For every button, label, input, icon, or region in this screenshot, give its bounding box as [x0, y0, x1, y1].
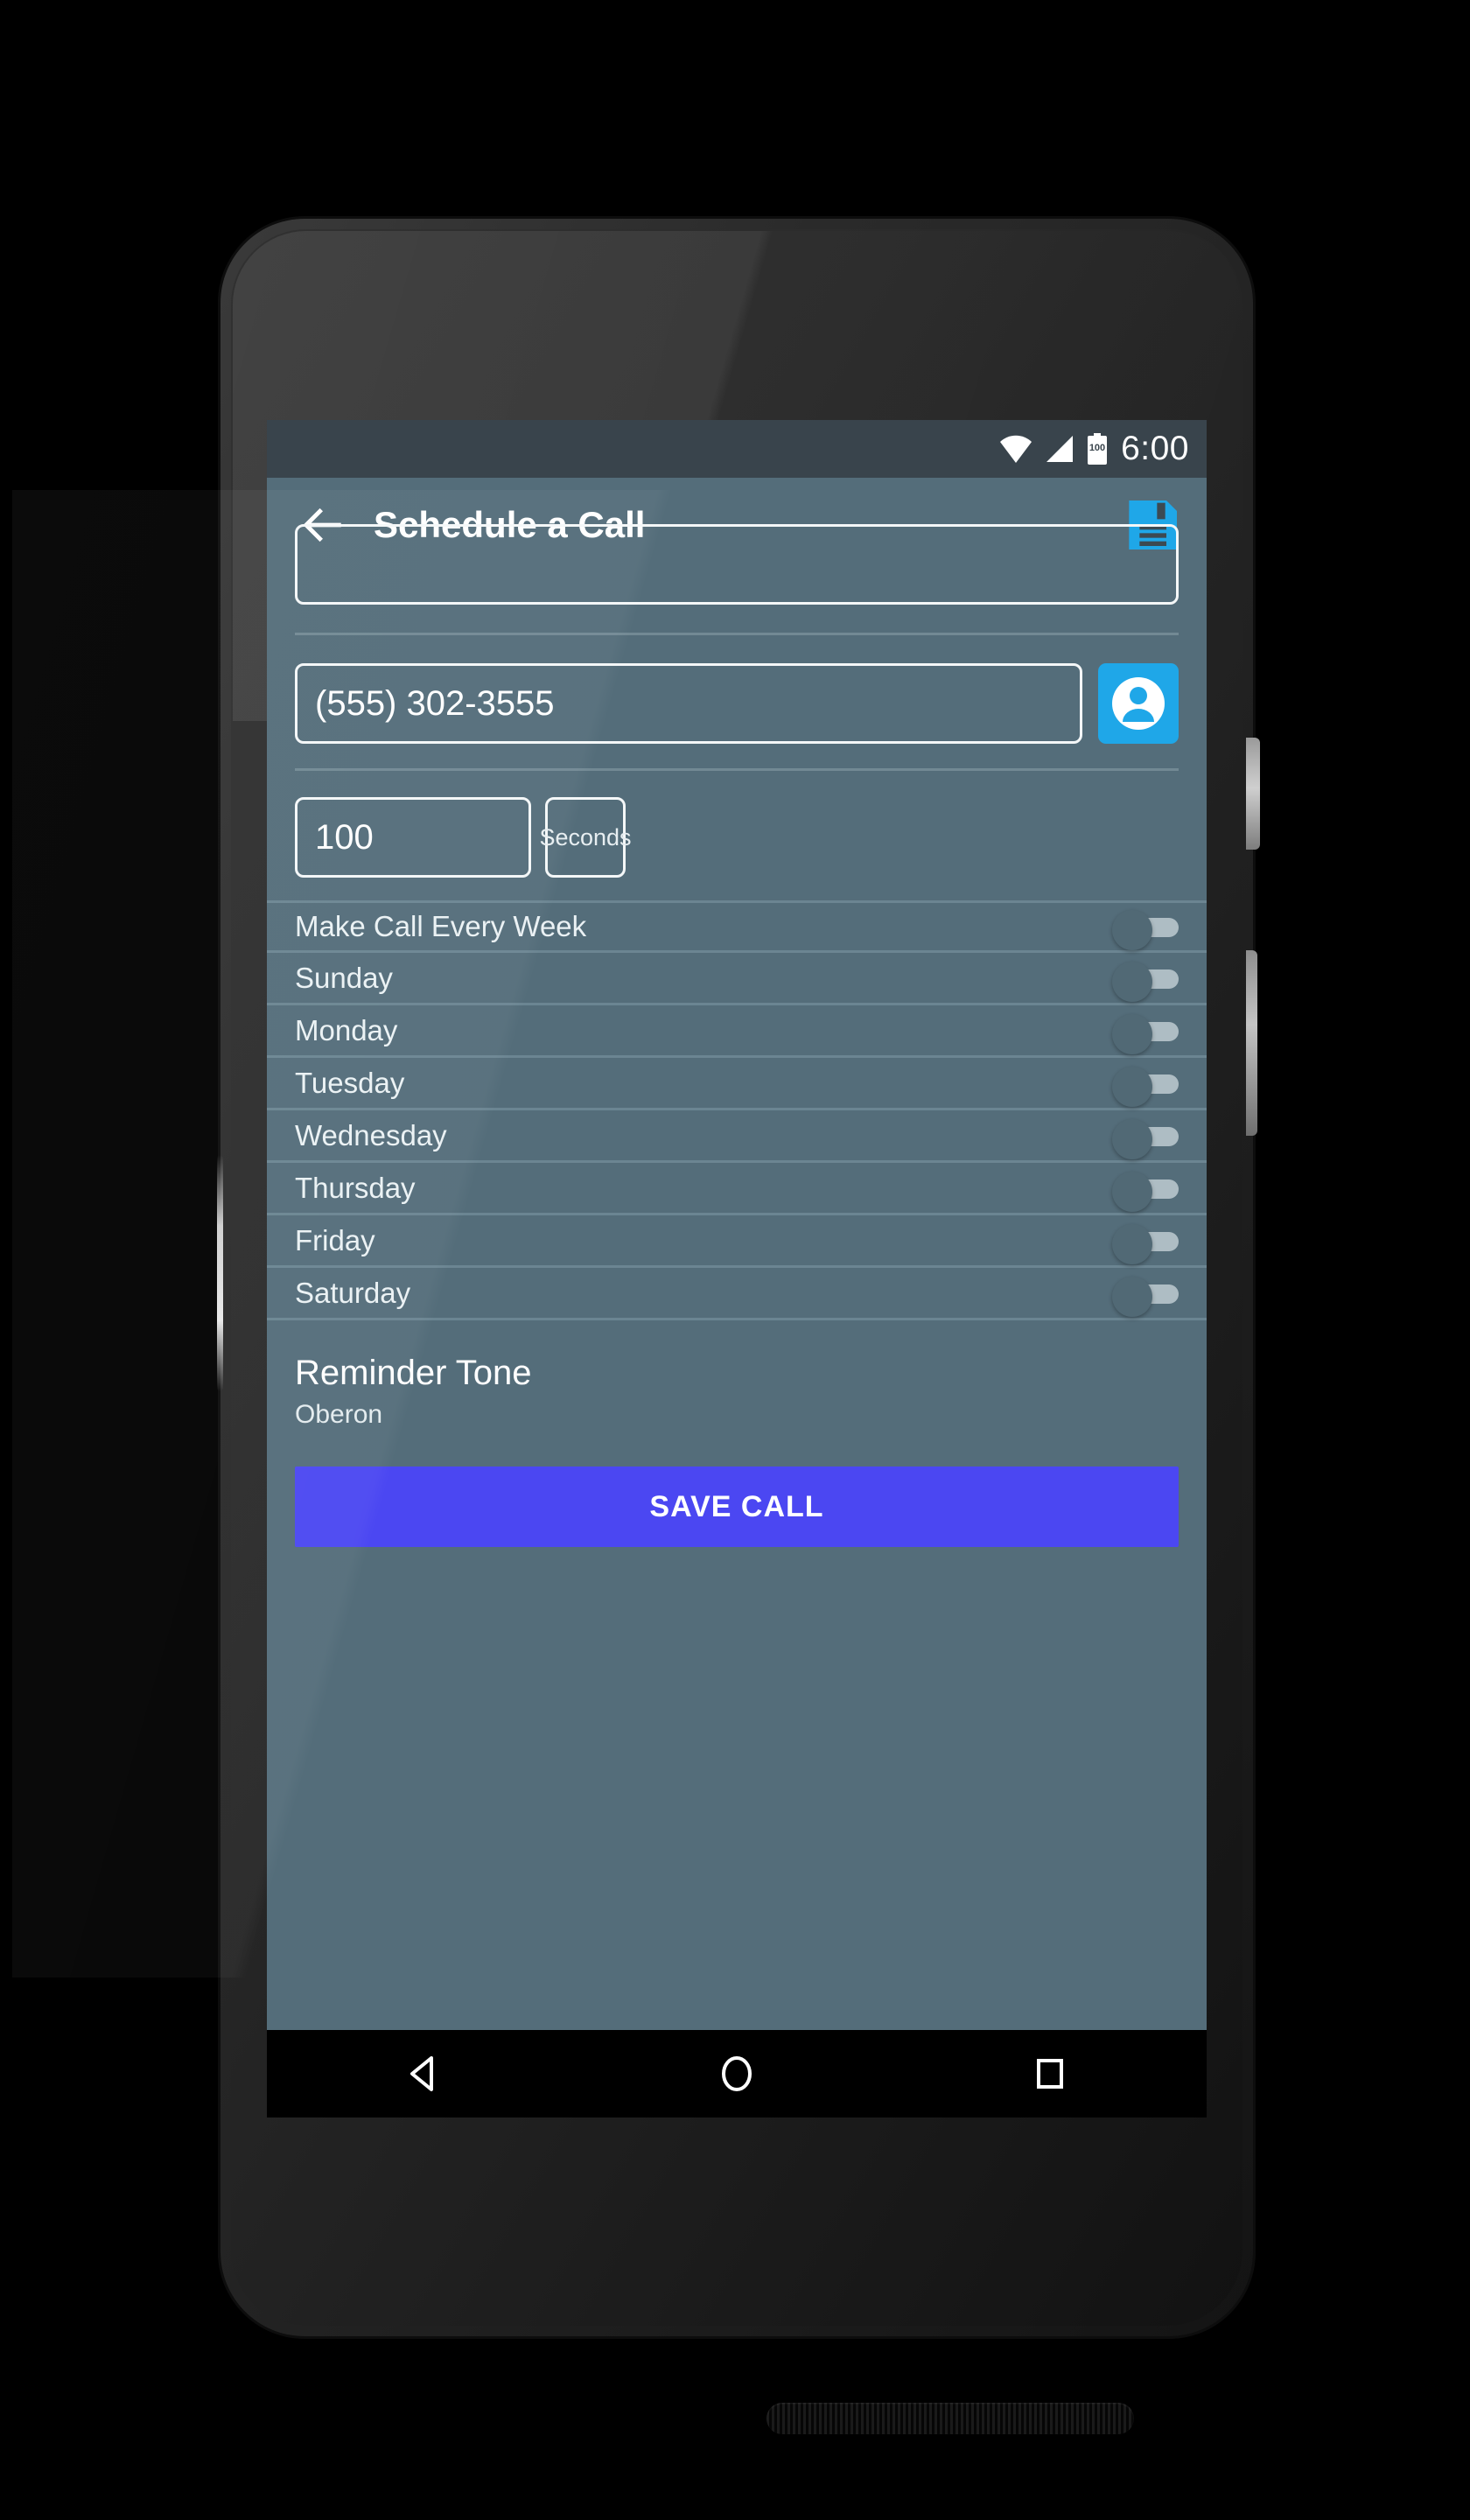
toggle-thumb — [1112, 1013, 1152, 1054]
phone-screen: 100 6:00 Schedule a Call (555) 302-3555 … — [267, 420, 1207, 2030]
toggle-label: Make Call Every Week — [295, 910, 587, 942]
save-call-button[interactable]: SAVE CALL — [295, 1466, 1179, 1547]
toggle-switch-sunday[interactable] — [1112, 961, 1179, 1002]
status-icons: 100 — [998, 433, 1109, 465]
list-item[interactable]: Sunday — [267, 953, 1207, 1005]
toggle-switch-monday[interactable] — [1112, 1013, 1179, 1054]
reminder-tone-value: Oberon — [295, 1400, 383, 1429]
power-button[interactable] — [1246, 738, 1260, 850]
toggle-label: Friday — [295, 1223, 375, 1256]
nav-home-icon — [722, 2056, 752, 2091]
toggle-thumb — [1112, 910, 1152, 950]
list-item[interactable]: Saturday — [267, 1268, 1207, 1320]
phone-number-input[interactable]: (555) 302-3555 — [295, 663, 1082, 744]
duration-input[interactable]: 100 — [295, 797, 531, 878]
list-item[interactable]: Thursday — [267, 1163, 1207, 1215]
toggle-switch-saturday[interactable] — [1112, 1276, 1179, 1317]
phone-row: (555) 302-3555 — [267, 635, 1207, 744]
android-navigation-bar — [267, 2030, 1207, 2118]
duration-row: 100 Seconds — [267, 771, 1207, 878]
toggle-label: Tuesday — [295, 1066, 405, 1099]
nav-home-button[interactable] — [706, 2043, 767, 2104]
screenshot-root: 100 6:00 Schedule a Call (555) 302-3555 … — [0, 0, 1470, 2520]
list-item[interactable]: Make Call Every Week — [267, 900, 1207, 953]
toggle-thumb — [1112, 1223, 1152, 1264]
toggle-thumb — [1112, 1066, 1152, 1107]
toggle-switch-wednesday[interactable] — [1112, 1118, 1179, 1159]
toggle-thumb — [1112, 1118, 1152, 1159]
status-bar: 100 6:00 — [267, 420, 1207, 478]
wifi-icon — [1000, 435, 1032, 463]
section-divider — [295, 633, 1179, 635]
nav-recents-button[interactable] — [1019, 2043, 1081, 2104]
scrolled-field-top[interactable] — [267, 524, 1207, 608]
toggle-label: Wednesday — [295, 1118, 447, 1152]
toggle-label: Thursday — [295, 1171, 416, 1204]
reminder-tone-title: Reminder Tone — [295, 1354, 532, 1392]
nav-back-icon — [410, 2056, 433, 2091]
toggle-list: Make Call Every Week Sunday Monday Tuesd… — [267, 900, 1207, 1320]
nav-back-button[interactable] — [393, 2043, 454, 2104]
toggle-switch-make-call-every-week[interactable] — [1112, 910, 1179, 950]
list-item[interactable]: Friday — [267, 1215, 1207, 1268]
scrolled-field-outline — [295, 524, 1179, 605]
toggle-label: Monday — [295, 1013, 398, 1046]
svg-text:100: 100 — [1089, 443, 1105, 453]
list-item[interactable]: Wednesday — [267, 1110, 1207, 1163]
list-item[interactable]: Tuesday — [267, 1058, 1207, 1110]
battery-icon: 100 — [1088, 433, 1108, 465]
volume-button[interactable] — [1246, 950, 1257, 1136]
form-content: (555) 302-3555 100 Seconds Make Call Eve… — [267, 524, 1207, 1547]
nav-recents-icon — [1037, 2059, 1063, 2089]
reminder-tone-section[interactable]: Reminder Tone Oberon — [267, 1320, 1207, 1430]
duration-divider — [295, 768, 1179, 771]
toggle-label: Saturday — [295, 1276, 411, 1309]
bottom-speaker — [766, 2403, 1134, 2434]
contact-person-icon — [1112, 677, 1165, 730]
toggle-switch-thursday[interactable] — [1112, 1171, 1179, 1212]
contact-picker-button[interactable] — [1098, 663, 1179, 744]
toggle-switch-friday[interactable] — [1112, 1223, 1179, 1264]
toggle-thumb — [1112, 1171, 1152, 1212]
signal-icon — [1046, 436, 1074, 462]
toggle-label: Sunday — [295, 961, 393, 994]
list-item[interactable]: Monday — [267, 1005, 1207, 1058]
frame-edge-highlight — [217, 1155, 223, 1391]
duration-unit-selector[interactable]: Seconds — [539, 797, 632, 878]
toggle-thumb — [1112, 961, 1152, 1002]
toggle-switch-tuesday[interactable] — [1112, 1066, 1179, 1107]
status-clock: 6:00 — [1121, 430, 1189, 467]
toggle-thumb — [1112, 1276, 1152, 1317]
